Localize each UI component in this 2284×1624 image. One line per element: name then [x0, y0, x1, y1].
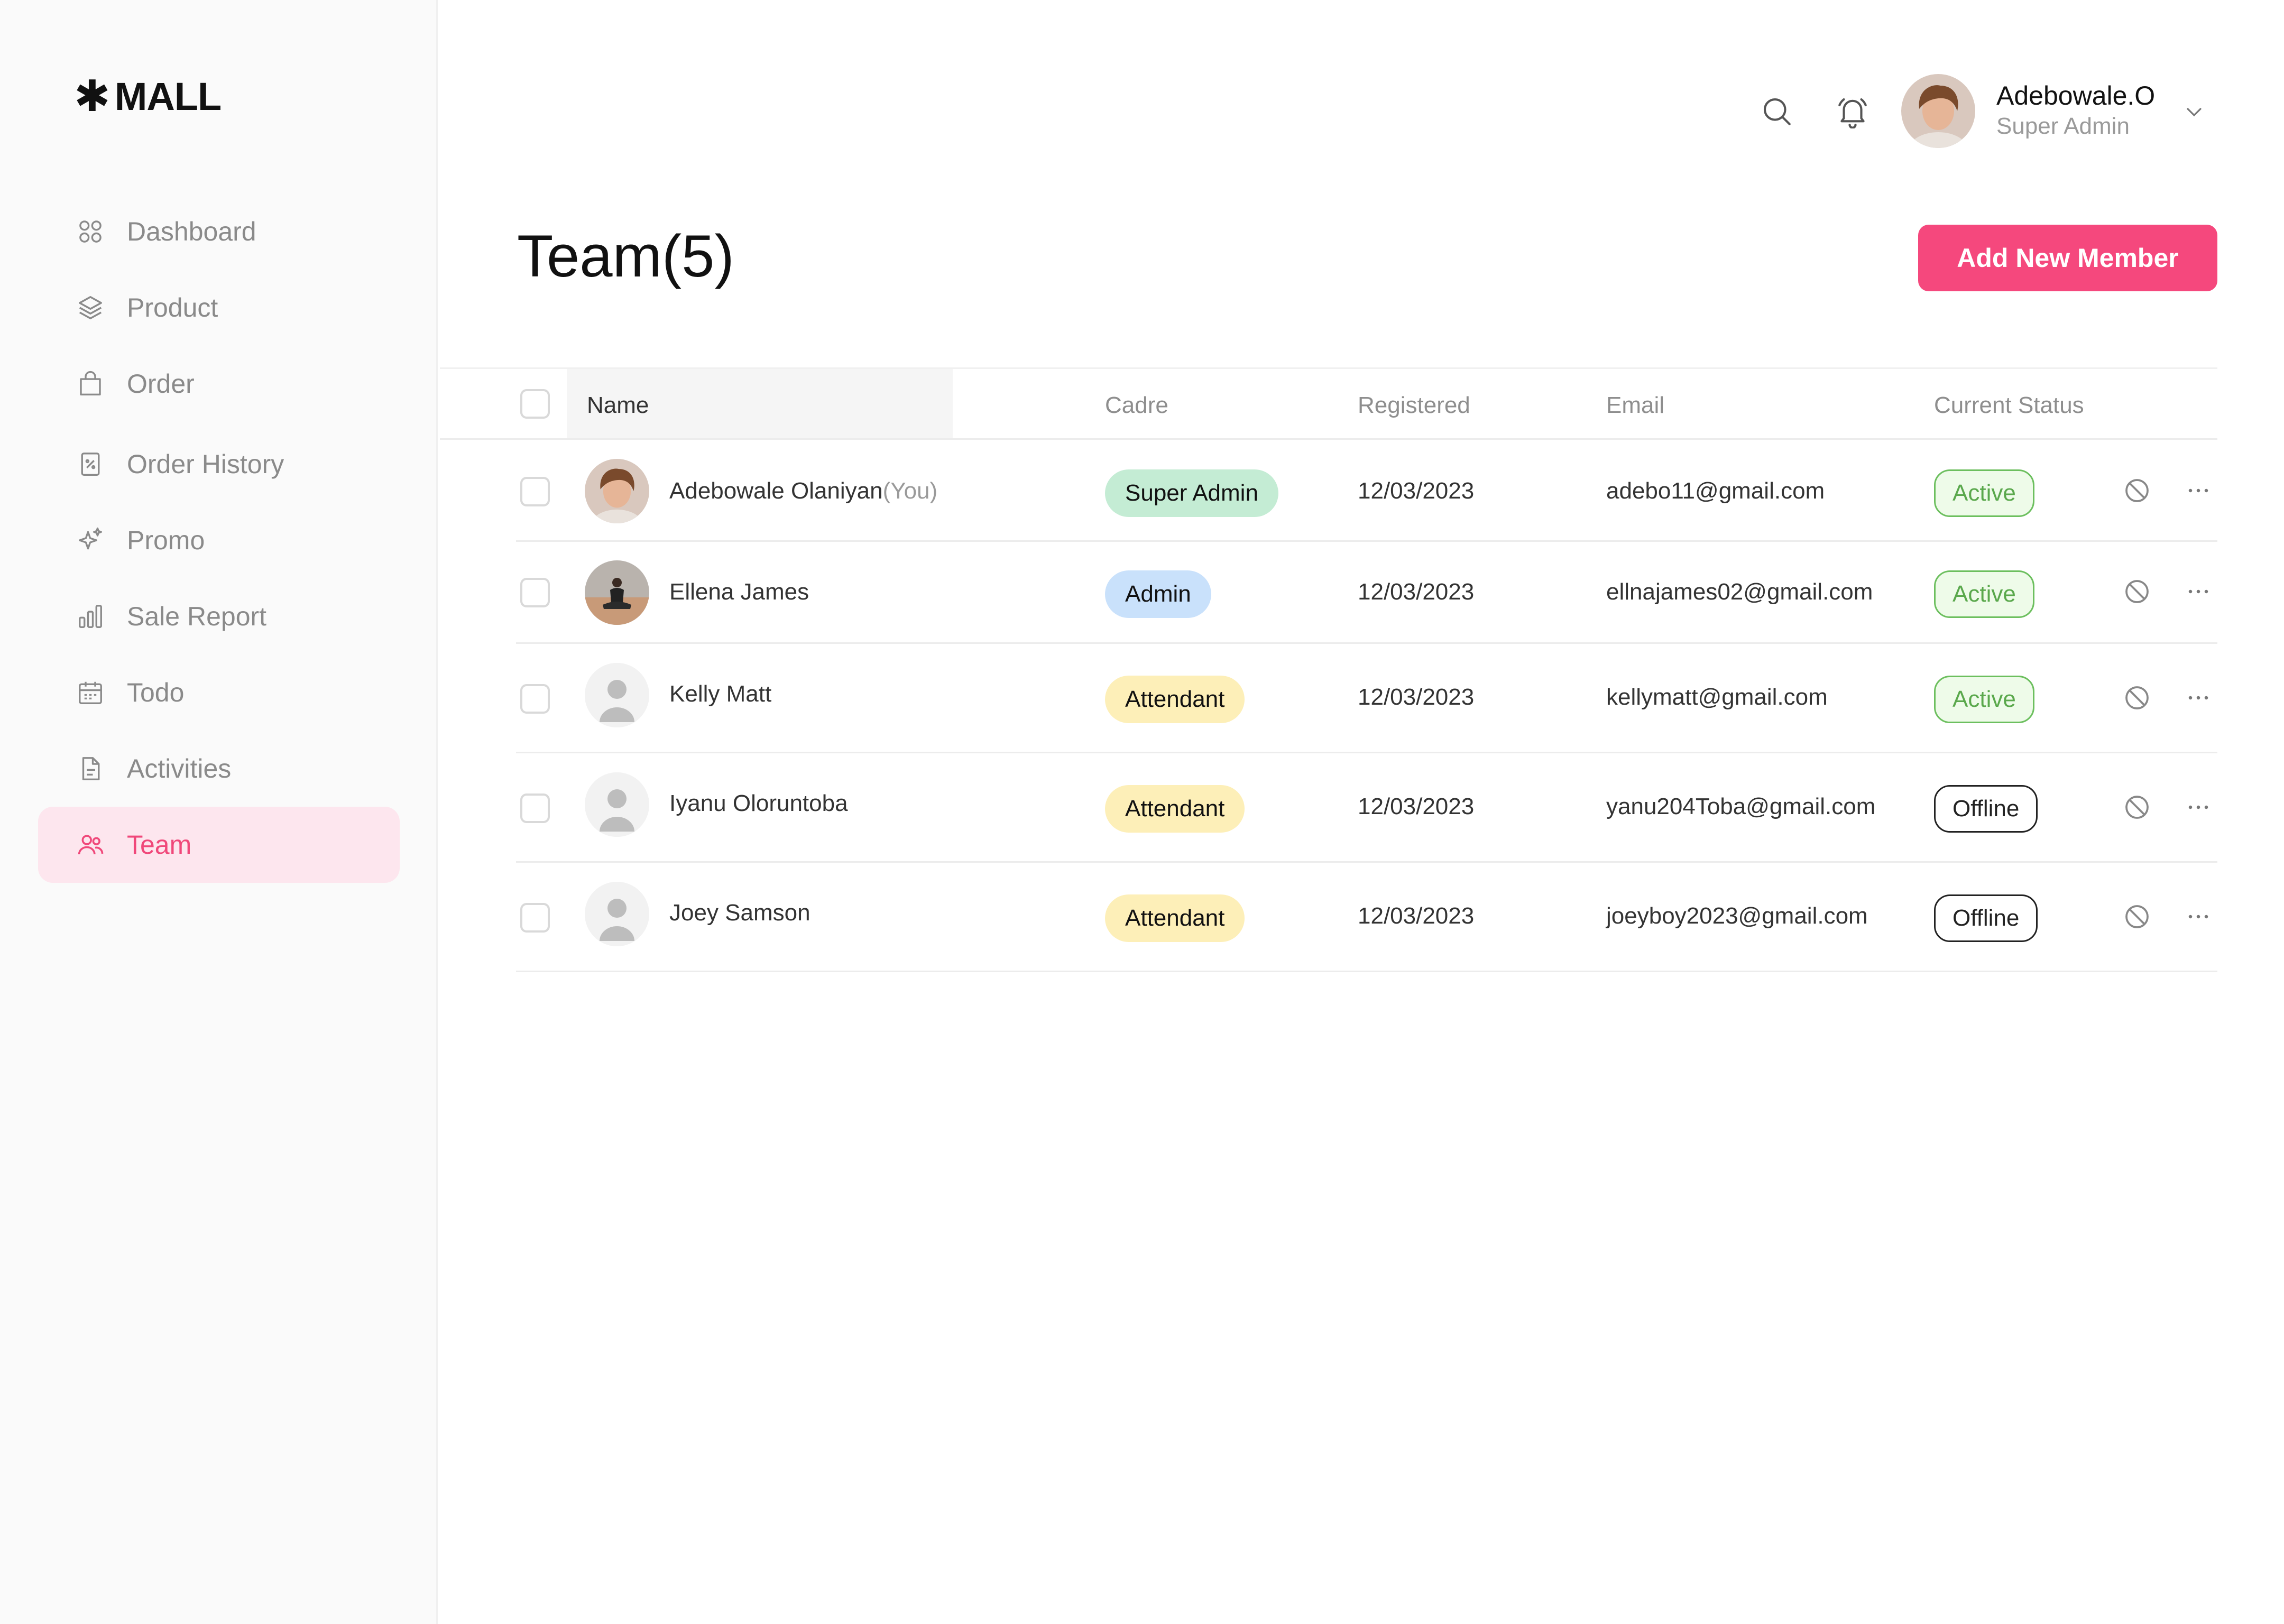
column-header-registered[interactable]: Registered — [1358, 392, 1470, 419]
row-checkbox[interactable] — [520, 793, 550, 823]
user-role: Super Admin — [1996, 113, 2130, 139]
registered-date: 12/03/2023 — [1358, 478, 1475, 504]
bar-chart-icon — [76, 602, 105, 631]
sidebar-item-order-history[interactable]: Order History — [38, 426, 400, 502]
cadre-badge: Attendant — [1105, 785, 1245, 833]
member-name: Kelly Matt — [669, 681, 772, 707]
table-row[interactable]: Adebowale Olaniyan(You) Super Admin 12/0… — [516, 440, 2217, 542]
users-icon — [76, 831, 105, 859]
member-email: kellymatt@gmail.com — [1606, 684, 1828, 710]
layers-icon — [76, 293, 105, 322]
cadre-badge: Super Admin — [1105, 469, 1278, 517]
registered-date: 12/03/2023 — [1358, 684, 1475, 710]
calendar-icon — [76, 678, 105, 707]
member-name: Ellena James — [669, 579, 809, 605]
sidebar-item-label: Team — [127, 830, 192, 860]
member-name-text: Adebowale Olaniyan — [669, 478, 883, 504]
column-header-email[interactable]: Email — [1606, 392, 1664, 419]
sidebar-item-label: Promo — [127, 525, 205, 555]
sidebar-item-product[interactable]: Product — [38, 270, 400, 346]
member-name: Adebowale Olaniyan(You) — [669, 478, 937, 504]
sidebar-item-sale-report[interactable]: Sale Report — [38, 578, 400, 654]
cadre-badge: Admin — [1105, 570, 1211, 618]
more-options-icon[interactable] — [2181, 682, 2215, 714]
sidebar-item-label: Todo — [127, 678, 185, 707]
more-options-icon[interactable] — [2181, 475, 2215, 506]
table-row[interactable]: Kelly Matt Attendant 12/03/2023 kellymat… — [516, 644, 2217, 753]
registered-date: 12/03/2023 — [1358, 903, 1475, 929]
member-email: yanu204Toba@gmail.com — [1606, 793, 1876, 819]
member-email: joeyboy2023@gmail.com — [1606, 903, 1868, 929]
block-icon[interactable] — [2121, 901, 2153, 933]
sidebar-item-dashboard[interactable]: Dashboard — [38, 193, 400, 270]
avatar — [585, 560, 649, 625]
sidebar-item-label: Order History — [127, 449, 284, 479]
column-header-status[interactable]: Current Status — [1934, 392, 2084, 419]
block-icon[interactable] — [2121, 791, 2153, 823]
avatar — [585, 772, 649, 837]
table-row[interactable]: Iyanu Oloruntoba Attendant 12/03/2023 ya… — [516, 753, 2217, 863]
cadre-badge: Attendant — [1105, 894, 1245, 942]
sidebar-item-promo[interactable]: Promo — [38, 502, 400, 578]
sparkle-icon — [76, 526, 105, 555]
avatar — [585, 663, 649, 727]
document-icon — [76, 754, 105, 783]
row-checkbox[interactable] — [520, 477, 550, 506]
more-options-icon[interactable] — [2181, 791, 2215, 823]
status-badge: Active — [1934, 469, 2034, 517]
user-avatar[interactable] — [1901, 74, 1975, 148]
row-checkbox[interactable] — [520, 903, 550, 933]
row-checkbox[interactable] — [520, 578, 550, 607]
receipt-icon — [76, 450, 105, 478]
sidebar-item-team[interactable]: Team — [38, 807, 400, 883]
table-row[interactable]: Ellena James Admin 12/03/2023 ellnajames… — [516, 542, 2217, 644]
sidebar-item-label: Order — [127, 369, 195, 399]
asterisk-logo-icon: ✱ — [74, 72, 110, 121]
add-new-member-button[interactable]: Add New Member — [1918, 225, 2217, 291]
select-all-checkbox[interactable] — [520, 389, 550, 419]
column-header-cadre[interactable]: Cadre — [1105, 392, 1168, 419]
bell-icon[interactable] — [1834, 92, 1872, 130]
bag-icon — [76, 370, 105, 398]
sidebar-item-activities[interactable]: Activities — [38, 731, 400, 807]
block-icon[interactable] — [2121, 682, 2153, 714]
sidebar-item-todo[interactable]: Todo — [38, 654, 400, 731]
sidebar-item-label: Sale Report — [127, 602, 267, 631]
status-badge: Offline — [1934, 894, 2038, 942]
registered-date: 12/03/2023 — [1358, 579, 1475, 605]
table-row[interactable]: Joey Samson Attendant 12/03/2023 joeyboy… — [516, 863, 2217, 972]
table-header: Name Cadre Registered Email Current Stat… — [440, 369, 2217, 440]
you-indicator: (You) — [882, 478, 938, 504]
status-badge: Active — [1934, 676, 2034, 723]
search-icon[interactable] — [1757, 92, 1795, 130]
status-badge: Active — [1934, 570, 2034, 618]
registered-date: 12/03/2023 — [1358, 793, 1475, 819]
member-email: adebo11@gmail.com — [1606, 478, 1825, 504]
chevron-down-icon[interactable] — [2181, 99, 2207, 125]
user-name: Adebowale.O — [1996, 81, 2156, 110]
sidebar-item-label: Product — [127, 293, 218, 322]
member-name: Iyanu Oloruntoba — [669, 790, 848, 816]
more-options-icon[interactable] — [2181, 901, 2215, 933]
more-options-icon[interactable] — [2181, 576, 2215, 607]
sidebar: ✱ MALL Dashboard Product Order Order His… — [0, 0, 438, 1624]
column-header-name[interactable]: Name — [587, 392, 649, 419]
row-checkbox[interactable] — [520, 684, 550, 714]
member-email: ellnajames02@gmail.com — [1606, 579, 1873, 605]
brand-logo[interactable]: ✱ MALL — [74, 72, 222, 121]
page-title: Team(5) — [517, 223, 734, 289]
avatar — [585, 882, 649, 946]
grid-icon — [76, 217, 105, 246]
sidebar-item-label: Activities — [127, 754, 232, 783]
brand-name: MALL — [114, 75, 222, 118]
sidebar-item-label: Dashboard — [127, 217, 256, 246]
sidebar-item-order[interactable]: Order — [38, 346, 400, 422]
block-icon[interactable] — [2121, 576, 2153, 607]
block-icon[interactable] — [2121, 475, 2153, 506]
avatar — [585, 459, 649, 523]
member-name: Joey Samson — [669, 900, 811, 926]
status-badge: Offline — [1934, 785, 2038, 833]
cadre-badge: Attendant — [1105, 676, 1245, 723]
